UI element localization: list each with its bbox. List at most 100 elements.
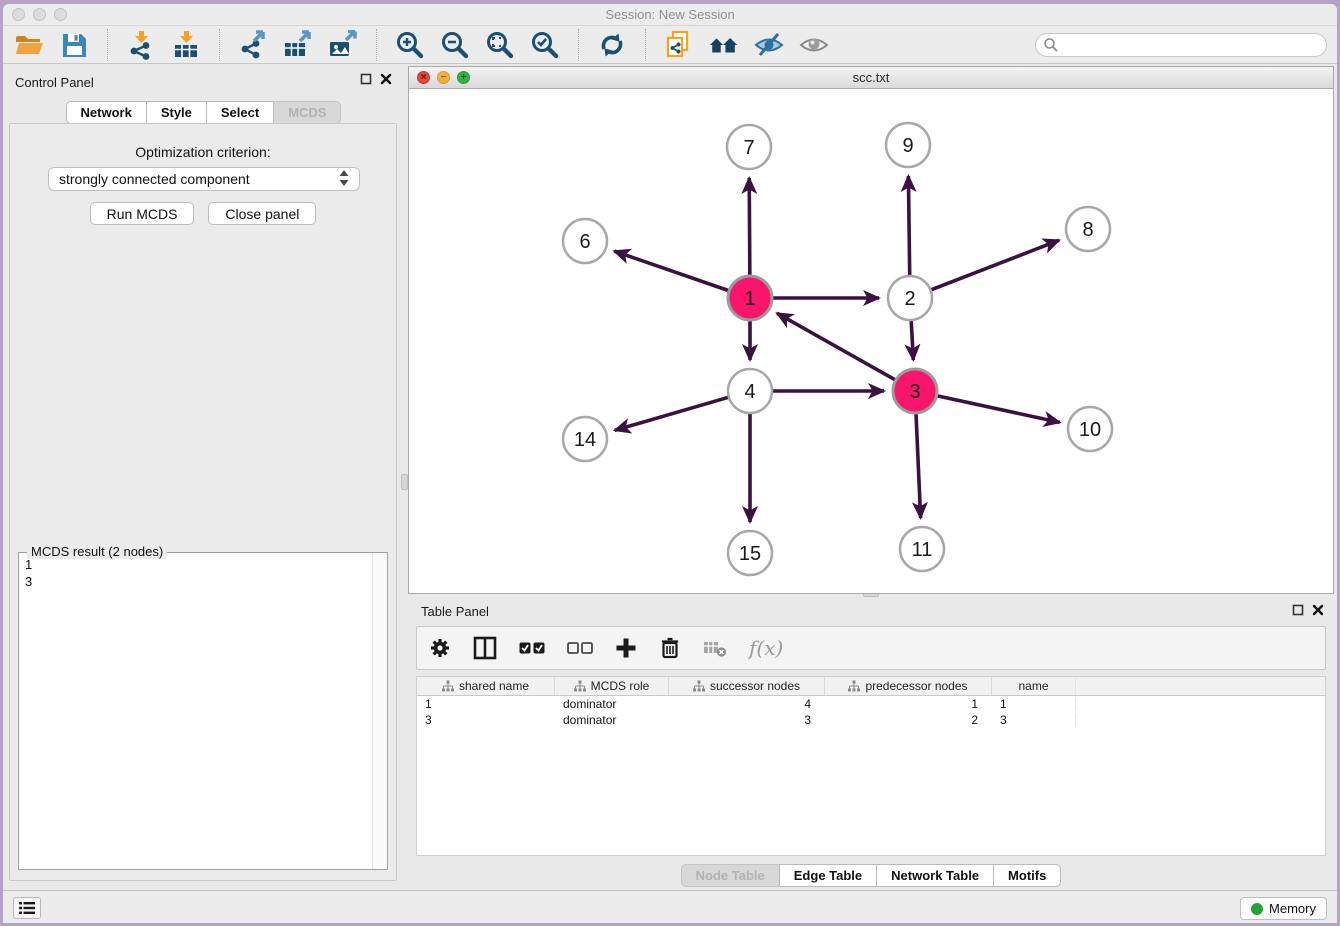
network-documents-icon[interactable] [663,30,695,60]
graph-node-label-10: 10 [1079,419,1101,441]
add-column-icon[interactable] [615,637,637,659]
maximize-network-icon[interactable]: + [457,71,470,84]
tab-edge-table[interactable]: Edge Table [779,864,876,887]
graph-edge-2-8[interactable] [931,240,1059,289]
zoom-in-icon[interactable] [394,30,426,60]
control-panel-tabs: Network Style Select MCDS [3,101,404,124]
maximize-window-button[interactable] [54,8,67,21]
memory-button[interactable]: Memory [1240,897,1327,920]
toolbar-separator [219,29,220,61]
refresh-icon[interactable] [596,30,628,60]
graph-node-label-4: 4 [744,381,755,403]
tab-motifs[interactable]: Motifs [993,864,1061,887]
dropdown-stepper-icon [339,170,349,189]
toolbar-separator [376,29,377,61]
home-views-icon[interactable] [708,30,740,60]
close-network-icon[interactable]: × [417,71,430,84]
function-builder-icon[interactable]: f(x) [749,636,783,660]
import-table-icon[interactable] [170,30,202,60]
graph-node-label-2: 2 [904,288,915,310]
graph-node-label-14: 14 [574,429,596,451]
open-session-icon[interactable] [13,30,45,60]
column-header-mcds-role[interactable]: MCDS role [555,677,669,695]
minimize-network-icon[interactable]: − [437,71,450,84]
close-table-panel-icon[interactable] [1312,604,1324,616]
column-header-shared-name[interactable]: shared name [417,677,555,695]
graph-edge-1-6[interactable] [614,251,728,290]
node-table-header: shared name MCDS role successor nodes pr… [417,677,1325,696]
tab-network-table[interactable]: Network Table [876,864,993,887]
graph-edge-3-11[interactable] [916,414,921,518]
network-frame-titlebar[interactable]: × − + scc.txt [409,67,1333,89]
cell-shared-name: 1 [417,697,555,711]
column-header-predecessor-nodes[interactable]: predecessor nodes [825,677,992,695]
close-panel-button[interactable]: Close panel [208,202,316,225]
graph-node-label-3: 3 [909,381,920,403]
criterion-value: strongly connected component [59,171,250,187]
column-type-icon [848,680,860,692]
graph-edge-4-14[interactable] [615,397,728,430]
column-header-successor-nodes[interactable]: successor nodes [669,677,825,695]
control-panel-title: Control Panel [15,75,94,90]
mcds-tab-content: Optimization criterion: strongly connect… [9,123,397,881]
tab-select[interactable]: Select [206,101,273,124]
tab-mcds[interactable]: MCDS [273,101,341,124]
graph-edge-3-10[interactable] [937,396,1059,423]
delete-table-icon[interactable] [703,638,727,658]
export-network-icon[interactable] [237,30,269,60]
show-eye-icon[interactable] [798,30,830,60]
control-panel-buttons [360,73,392,85]
memory-label: Memory [1269,901,1316,916]
import-network-icon[interactable] [125,30,157,60]
export-table-icon[interactable] [282,30,314,60]
minimize-window-button[interactable] [33,8,46,21]
window-titlebar: Session: New Session [3,4,1337,26]
close-window-button[interactable] [12,8,25,21]
search-icon [1043,37,1059,58]
delete-column-icon[interactable] [659,636,681,660]
cell-successor-nodes: 3 [669,713,825,727]
table-settings-gear-icon[interactable] [429,637,451,659]
column-header-name[interactable]: name [992,677,1076,695]
graph-edge-3-1[interactable] [777,313,895,379]
deselect-all-icon[interactable] [567,640,593,656]
search-input[interactable] [1035,33,1327,57]
cell-mcds-role: dominator [555,713,669,727]
task-history-button[interactable] [13,897,41,919]
graph-node-label-9: 9 [902,135,913,157]
mcds-result-text[interactable]: 1 3 [19,553,372,869]
app-window: Session: New Session [3,4,1337,923]
table-row[interactable]: 3 dominator 3 2 3 [417,712,1325,728]
graph-edge-2-9[interactable] [908,176,909,275]
window-title: Session: New Session [3,4,1337,25]
tab-style[interactable]: Style [146,101,206,124]
select-all-icon[interactable] [519,640,545,656]
hide-eye-icon[interactable] [753,30,785,60]
float-panel-icon[interactable] [360,73,372,85]
zoom-out-icon[interactable] [439,30,471,60]
graph-edge-1-7[interactable] [749,178,750,275]
control-panel: Control Panel Network Style Select MCDS … [3,65,404,890]
cell-successor-nodes: 4 [669,697,825,711]
toolbar-separator [578,29,579,61]
save-session-icon[interactable] [58,30,90,60]
cell-shared-name: 3 [417,713,555,727]
network-graph[interactable]: 7968124314101511 [409,89,1333,593]
graph-node-label-7: 7 [743,137,754,159]
export-image-icon[interactable] [327,30,359,60]
tab-node-table[interactable]: Node Table [681,864,779,887]
result-scrollbar[interactable] [372,553,387,869]
table-panel-buttons [1292,604,1324,616]
close-panel-icon[interactable] [380,73,392,85]
table-row[interactable]: 1 dominator 4 1 1 [417,696,1325,712]
vertical-splitter-handle[interactable] [401,474,408,490]
float-table-panel-icon[interactable] [1292,604,1304,616]
show-columns-icon[interactable] [473,636,497,660]
run-mcds-button[interactable]: Run MCDS [90,202,195,225]
graph-edge-2-3[interactable] [911,321,913,360]
criterion-dropdown[interactable]: strongly connected component [48,167,360,191]
zoom-fit-icon[interactable] [484,30,516,60]
cell-predecessor-nodes: 2 [825,713,992,727]
tab-network[interactable]: Network [66,101,146,124]
zoom-selected-icon[interactable] [529,30,561,60]
